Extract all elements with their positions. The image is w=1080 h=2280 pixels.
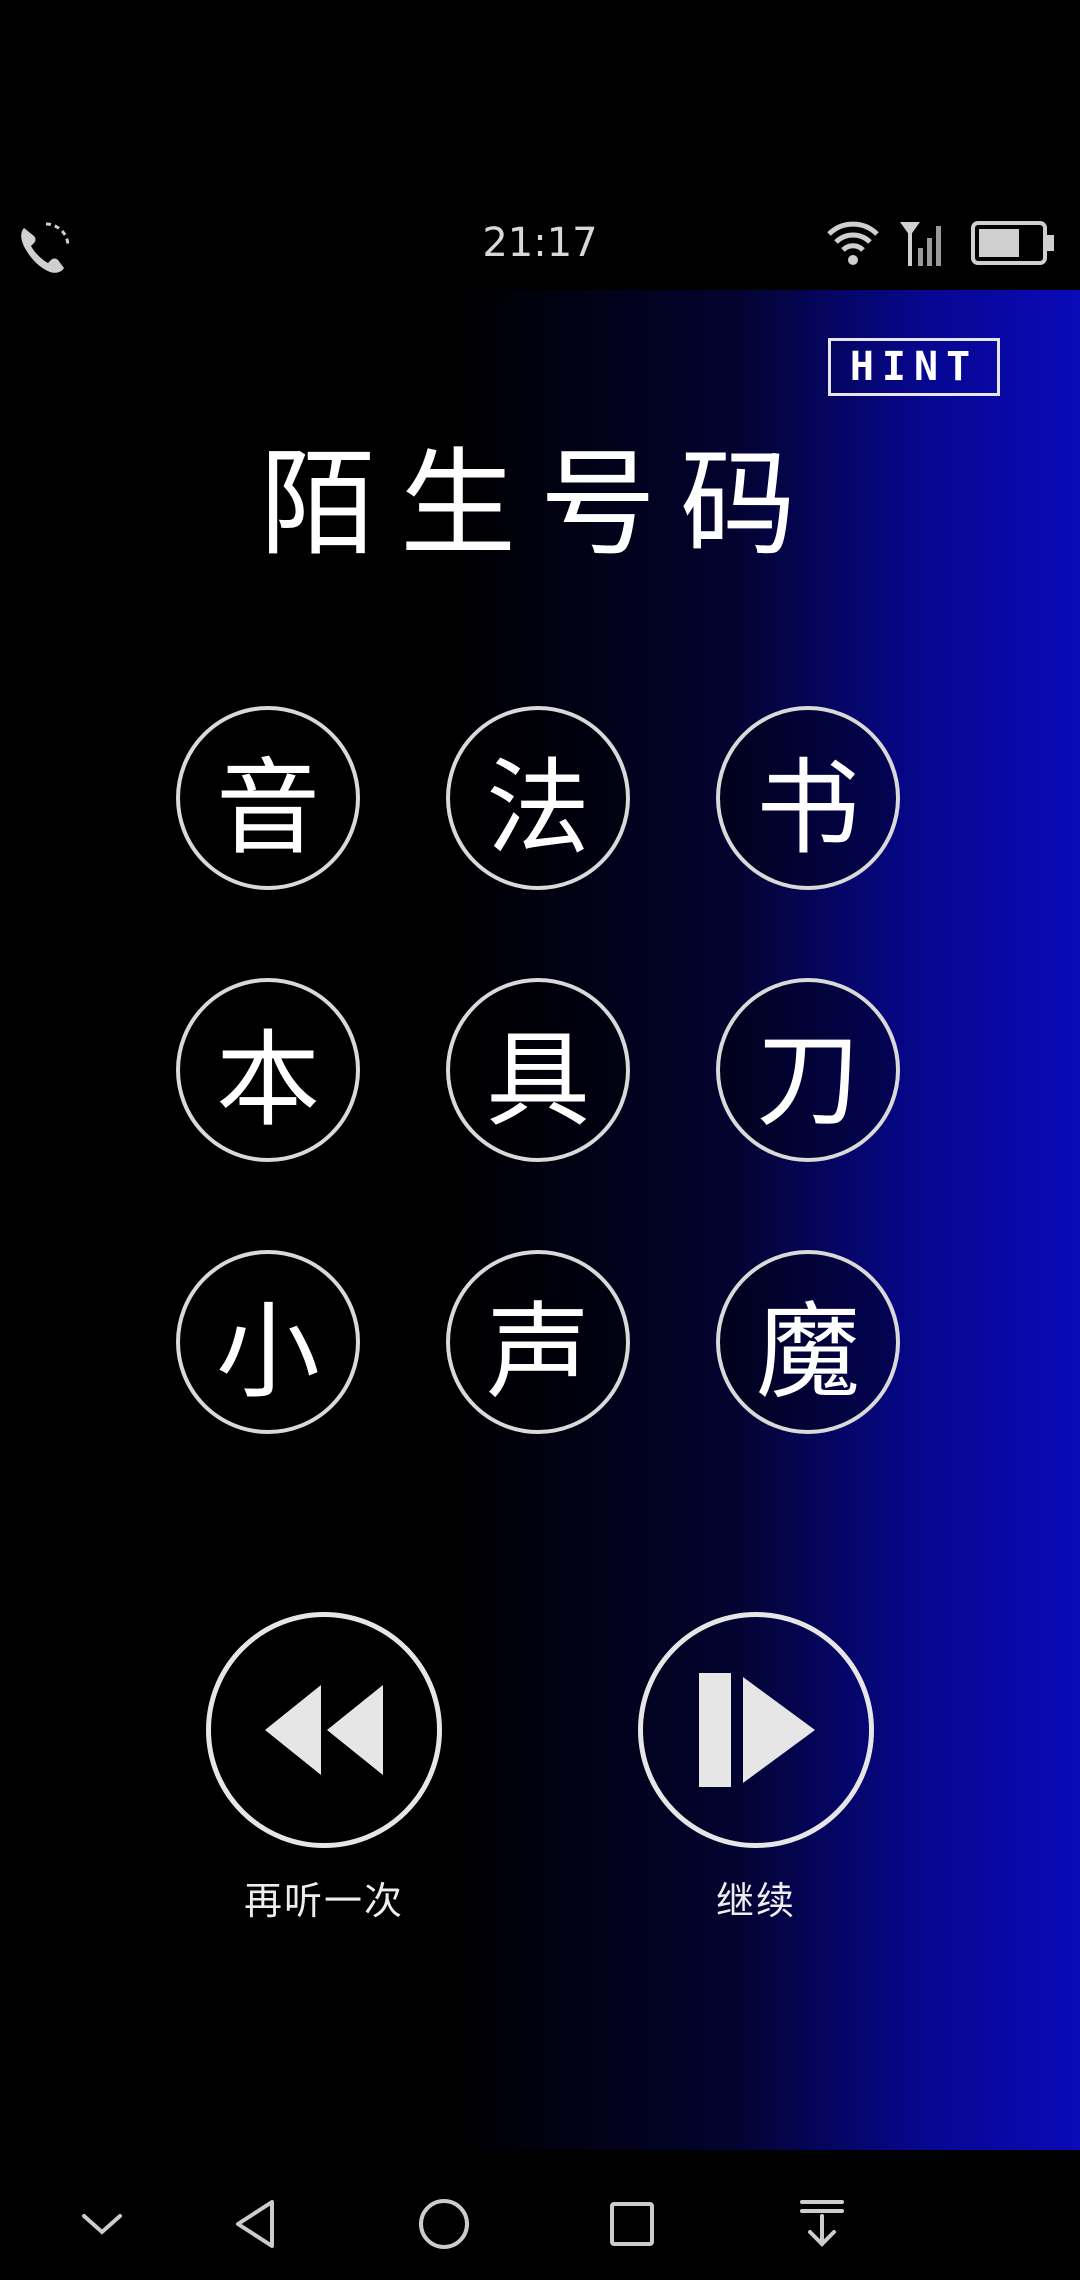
signal-icon: [900, 222, 941, 266]
nav-bar: [0, 2168, 1080, 2280]
character-button[interactable]: 魔: [716, 1250, 900, 1434]
back-icon[interactable]: [226, 2192, 290, 2256]
character-button[interactable]: 声: [446, 1250, 630, 1434]
notification-pull-icon[interactable]: [790, 2192, 854, 2256]
puzzle-title: 陌生号码: [260, 437, 820, 572]
character-button[interactable]: 法: [446, 706, 630, 890]
replay-label: 再听一次: [243, 1879, 404, 1923]
character-button[interactable]: 小: [176, 1250, 360, 1434]
game-area: HINT 陌生号码 音 法 书 本 具 刀 小 声 魔 再听一次 继续: [0, 290, 1080, 2150]
character-button[interactable]: 刀: [716, 978, 900, 1162]
character-button[interactable]: 音: [176, 706, 360, 890]
status-bar: 21:17: [0, 200, 1080, 290]
rewind-icon: [265, 1685, 383, 1775]
home-icon[interactable]: [412, 2192, 476, 2256]
collapse-chevron-icon[interactable]: [70, 2192, 134, 2256]
character-button[interactable]: 本: [176, 978, 360, 1162]
character-button[interactable]: 书: [716, 706, 900, 890]
continue-label: 继续: [715, 1879, 796, 1923]
replay-circle[interactable]: [206, 1612, 442, 1848]
screen: 21:17 HINT 陌生号码 音 法 书 本 具 刀 小 声 魔 再听一次 继…: [0, 0, 1080, 2280]
battery-icon: [971, 221, 1054, 265]
play-next-icon: [699, 1673, 815, 1787]
continue-button[interactable]: 继续: [638, 1612, 874, 1925]
hint-button[interactable]: HINT: [828, 338, 1000, 396]
recents-icon[interactable]: [600, 2192, 664, 2256]
replay-button[interactable]: 再听一次: [206, 1612, 442, 1925]
wifi-icon: [827, 221, 879, 265]
continue-circle[interactable]: [638, 1612, 874, 1848]
character-button[interactable]: 具: [446, 978, 630, 1162]
